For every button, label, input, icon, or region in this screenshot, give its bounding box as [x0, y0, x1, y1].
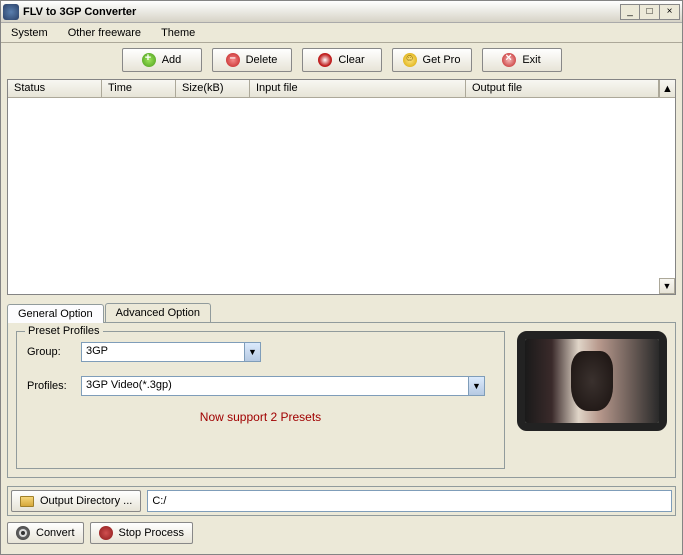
col-size[interactable]: Size(kB): [176, 80, 250, 97]
preset-legend: Preset Profiles: [25, 325, 103, 337]
scroll-down-button[interactable]: ▼: [659, 278, 675, 294]
preset-profiles-group: Preset Profiles Group: 3GP ▼ Profiles: 3…: [16, 331, 505, 469]
tab-advanced[interactable]: Advanced Option: [105, 303, 211, 322]
menu-theme[interactable]: Theme: [157, 25, 199, 41]
chevron-down-icon: ▼: [244, 343, 260, 361]
app-window: FLV to 3GP Converter _ □ × System Other …: [0, 0, 683, 555]
clear-button[interactable]: Clear: [302, 48, 382, 72]
profiles-value: 3GP Video(*.3gp): [82, 377, 468, 395]
option-tabs: General Option Advanced Option: [7, 303, 676, 322]
folder-icon: [20, 496, 34, 507]
group-label: Group:: [27, 346, 81, 358]
exit-label: Exit: [522, 54, 540, 66]
menu-other-freeware[interactable]: Other freeware: [64, 25, 145, 41]
stop-process-button[interactable]: Stop Process: [90, 522, 193, 544]
support-text: Now support 2 Presets: [27, 410, 494, 424]
convert-icon: [16, 526, 30, 540]
file-list: Status Time Size(kB) Input file Output f…: [7, 79, 676, 295]
window-controls: _ □ ×: [620, 4, 680, 20]
delete-label: Delete: [246, 54, 278, 66]
output-btn-label: Output Directory ...: [40, 495, 132, 507]
output-directory-button[interactable]: Output Directory ...: [11, 490, 141, 512]
exit-button[interactable]: Exit: [482, 48, 562, 72]
delete-button[interactable]: Delete: [212, 48, 292, 72]
convert-label: Convert: [36, 527, 75, 539]
clear-icon: [318, 53, 332, 67]
col-input[interactable]: Input file: [250, 80, 466, 97]
add-label: Add: [162, 54, 182, 66]
add-icon: [142, 53, 156, 67]
col-time[interactable]: Time: [102, 80, 176, 97]
window-title: FLV to 3GP Converter: [23, 6, 620, 18]
group-value: 3GP: [82, 343, 244, 361]
close-button[interactable]: ×: [660, 4, 680, 20]
getpro-icon: [403, 53, 417, 67]
toolbar: Add Delete Clear Get Pro Exit: [1, 43, 682, 77]
scroll-up-button[interactable]: ▲: [659, 80, 675, 97]
menu-system[interactable]: System: [7, 25, 52, 41]
stop-icon: [99, 526, 113, 540]
delete-icon: [226, 53, 240, 67]
tab-panel-general: Preset Profiles Group: 3GP ▼ Profiles: 3…: [7, 322, 676, 478]
output-path-input[interactable]: [147, 490, 672, 512]
chevron-down-icon: ▼: [468, 377, 484, 395]
list-header: Status Time Size(kB) Input file Output f…: [8, 80, 675, 98]
getpro-label: Get Pro: [423, 54, 461, 66]
device-preview-image: [517, 331, 667, 431]
convert-button[interactable]: Convert: [7, 522, 84, 544]
col-status[interactable]: Status: [8, 80, 102, 97]
col-output[interactable]: Output file: [466, 80, 659, 97]
add-button[interactable]: Add: [122, 48, 202, 72]
profiles-label: Profiles:: [27, 380, 81, 392]
output-row: Output Directory ...: [7, 486, 676, 516]
maximize-button[interactable]: □: [640, 4, 660, 20]
list-body[interactable]: ▼: [8, 98, 675, 294]
app-icon: [3, 4, 19, 20]
bottom-row: Convert Stop Process: [7, 522, 676, 544]
titlebar: FLV to 3GP Converter _ □ ×: [1, 1, 682, 23]
minimize-button[interactable]: _: [620, 4, 640, 20]
exit-icon: [502, 53, 516, 67]
menubar: System Other freeware Theme: [1, 23, 682, 43]
stop-label: Stop Process: [119, 527, 184, 539]
group-select[interactable]: 3GP ▼: [81, 342, 261, 362]
clear-label: Clear: [338, 54, 364, 66]
profiles-select[interactable]: 3GP Video(*.3gp) ▼: [81, 376, 485, 396]
getpro-button[interactable]: Get Pro: [392, 48, 472, 72]
tab-general[interactable]: General Option: [7, 304, 104, 323]
